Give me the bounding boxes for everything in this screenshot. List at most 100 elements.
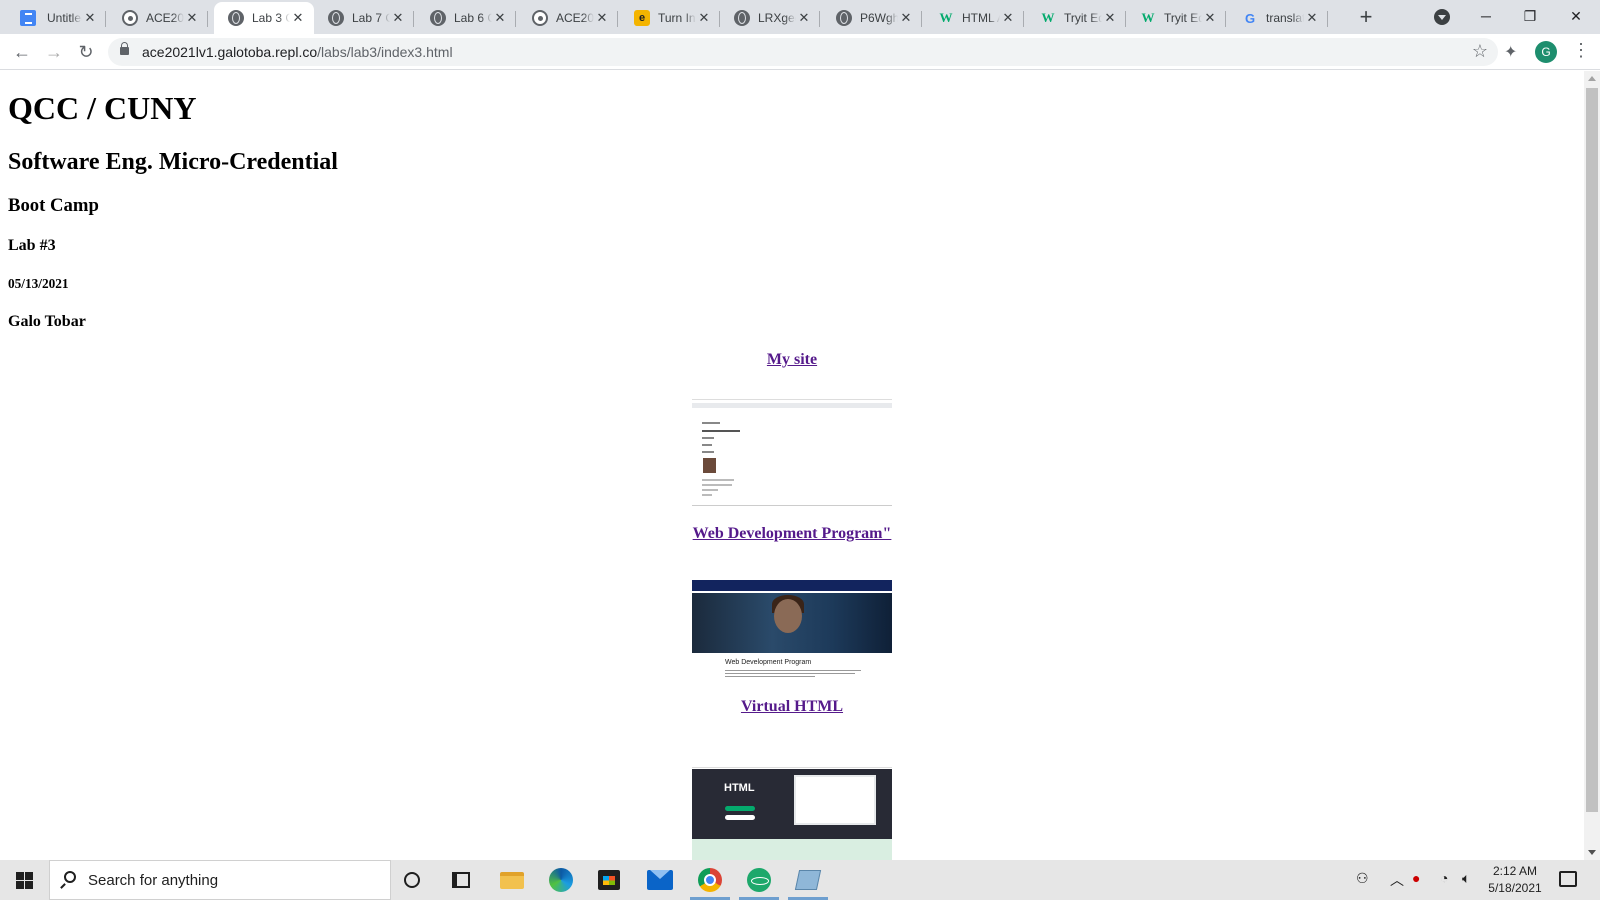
close-tab-icon[interactable]: ✕	[492, 10, 508, 26]
web-dev-program-link[interactable]: Web Development Program"	[693, 525, 892, 542]
close-tab-icon[interactable]: ✕	[898, 10, 914, 26]
url-text[interactable]: ace2021lv1.galotoba.repl.co/labs/lab3/in…	[142, 44, 453, 60]
browser-tab[interactable]: P6Wgh ✕	[822, 2, 922, 34]
close-tab-icon[interactable]: ✕	[82, 10, 98, 26]
start-windows-icon[interactable]	[16, 872, 33, 889]
lock-icon[interactable]	[120, 42, 129, 55]
my-site-screenshot[interactable]	[692, 399, 892, 510]
clock-time: 2:12 AM	[1492, 864, 1538, 878]
system-clock[interactable]: 2:12 AM 5/18/2021	[1480, 863, 1550, 897]
restore-button[interactable]: ❐	[1520, 6, 1540, 26]
browser-tab[interactable]: W HTML A✕	[924, 2, 1024, 34]
w3schools-icon: W	[1141, 10, 1155, 25]
browser-tab[interactable]: ACE2021✕	[108, 2, 208, 34]
chevron-up-icon[interactable]: ︿	[1390, 870, 1404, 890]
globe-icon	[836, 10, 852, 26]
mail-icon[interactable]	[647, 870, 673, 890]
tab-title: HTML A	[962, 11, 1000, 25]
cortana-icon[interactable]	[404, 872, 420, 888]
windows-taskbar: Search for anything ⚇ ︿ ● ◔ 🔈︎ 2:12 AM 5…	[0, 860, 1600, 900]
scroll-up-arrow-icon[interactable]	[1588, 76, 1596, 81]
edge-icon[interactable]	[549, 868, 573, 892]
chrome-icon[interactable]	[698, 868, 722, 892]
close-tab-icon[interactable]: ✕	[1102, 10, 1118, 26]
replit-icon	[532, 10, 548, 26]
tab-title: Tryit Ed	[1064, 11, 1102, 25]
people-icon[interactable]: ⚇	[1356, 870, 1369, 887]
tab-title: Tryit Ed	[1164, 11, 1202, 25]
task-view-icon[interactable]	[452, 872, 470, 888]
extensions-icon[interactable]: ✦	[1504, 42, 1517, 62]
clock-date: 5/18/2021	[1488, 881, 1542, 895]
reload-button[interactable]: ↻	[76, 42, 96, 62]
browser-tab[interactable]: Untitled✕	[6, 2, 106, 34]
store-icon[interactable]	[598, 870, 620, 890]
virtual-html-link[interactable]: Virtual HTML	[741, 698, 843, 715]
vertical-scrollbar[interactable]	[1584, 71, 1600, 860]
browser-tab[interactable]: LRXgec✕	[720, 2, 820, 34]
page-viewport: QCC / CUNY Software Eng. Micro-Credentia…	[0, 71, 1584, 860]
web-dev-screenshot[interactable]: Web Development Program	[692, 575, 892, 685]
antivirus-icon[interactable]: ●	[1412, 870, 1420, 886]
thumb-caption: Web Development Program	[725, 659, 812, 666]
w3schools-icon: W	[1041, 10, 1055, 25]
tab-search-button[interactable]	[1434, 9, 1450, 25]
close-tab-icon[interactable]: ✕	[594, 10, 610, 26]
my-site-link-container: My site	[0, 351, 1584, 369]
close-window-button[interactable]: ✕	[1566, 6, 1586, 26]
atom-icon[interactable]	[747, 868, 771, 892]
edx-icon: e	[634, 10, 650, 26]
menu-icon[interactable]: ⋮	[1572, 40, 1590, 61]
close-tab-icon[interactable]: ✕	[1000, 10, 1016, 26]
my-site-link[interactable]: My site	[767, 351, 817, 368]
minimize-button[interactable]: ─	[1476, 6, 1496, 26]
close-tab-icon[interactable]: ✕	[184, 10, 200, 26]
scroll-down-arrow-icon[interactable]	[1588, 850, 1596, 855]
forward-button[interactable]: →	[44, 42, 64, 62]
close-tab-icon[interactable]: ✕	[1202, 10, 1218, 26]
notes-icon[interactable]	[794, 870, 822, 890]
volume-icon[interactable]: 🔈︎	[1462, 870, 1470, 887]
web-dev-link-container: Web Development Program"	[0, 525, 1584, 543]
tab-title: translat	[1266, 11, 1304, 25]
globe-icon	[228, 10, 244, 26]
virtual-html-screenshot[interactable]: HTML	[692, 752, 892, 860]
tab-separator	[1225, 11, 1226, 27]
search-icon	[64, 871, 76, 883]
network-icon[interactable]: ◔	[1440, 870, 1448, 886]
profile-avatar[interactable]: G	[1535, 41, 1557, 63]
new-tab-button[interactable]: +	[1356, 6, 1376, 28]
tab-title: Lab 7 G	[352, 11, 390, 25]
virtual-html-link-container: Virtual HTML	[0, 698, 1584, 716]
lab-number: Lab #3	[8, 237, 56, 254]
browser-toolbar: ← → ↻ ace2021lv1.galotoba.repl.co/labs/l…	[0, 34, 1600, 70]
browser-tab[interactable]: Lab 6 G✕	[416, 2, 516, 34]
tab-title: LRXgec	[758, 11, 796, 25]
file-explorer-icon[interactable]	[500, 872, 524, 889]
page-title: QCC / CUNY	[8, 90, 197, 126]
browser-tab[interactable]: ACE2021✕	[518, 2, 618, 34]
browser-tab[interactable]: Gtranslat ✕	[1228, 2, 1328, 34]
close-tab-icon[interactable]: ✕	[390, 10, 406, 26]
browser-tab[interactable]: Lab 7 G✕	[314, 2, 414, 34]
browser-tab[interactable]: W Tryit Ed ✕	[1126, 2, 1226, 34]
bookmark-star-icon[interactable]: ☆	[1472, 41, 1488, 62]
page-subtitle: Software Eng. Micro-Credential	[8, 149, 338, 175]
close-tab-icon[interactable]: ✕	[796, 10, 812, 26]
browser-tab[interactable]: W Tryit Ed ✕	[1026, 2, 1126, 34]
notifications-icon[interactable]	[1559, 871, 1577, 887]
tab-separator	[921, 11, 922, 27]
close-tab-icon[interactable]: ✕	[696, 10, 712, 26]
close-tab-icon[interactable]: ✕	[1304, 10, 1320, 26]
close-tab-icon[interactable]: ✕	[290, 10, 306, 26]
tab-separator	[1023, 11, 1024, 27]
globe-icon	[734, 10, 750, 26]
back-button[interactable]: ←	[12, 42, 32, 62]
tab-title: ACE2021	[146, 11, 184, 25]
google-icon: G	[1244, 10, 1256, 26]
taskbar-search-input[interactable]: Search for anything	[49, 860, 391, 900]
address-bar[interactable]: ace2021lv1.galotoba.repl.co/labs/lab3/in…	[108, 38, 1498, 66]
scrollbar-thumb[interactable]	[1586, 88, 1598, 812]
browser-tab[interactable]: e Turn In ✕	[620, 2, 720, 34]
browser-tab[interactable]: Lab 3 G✕	[214, 2, 314, 34]
